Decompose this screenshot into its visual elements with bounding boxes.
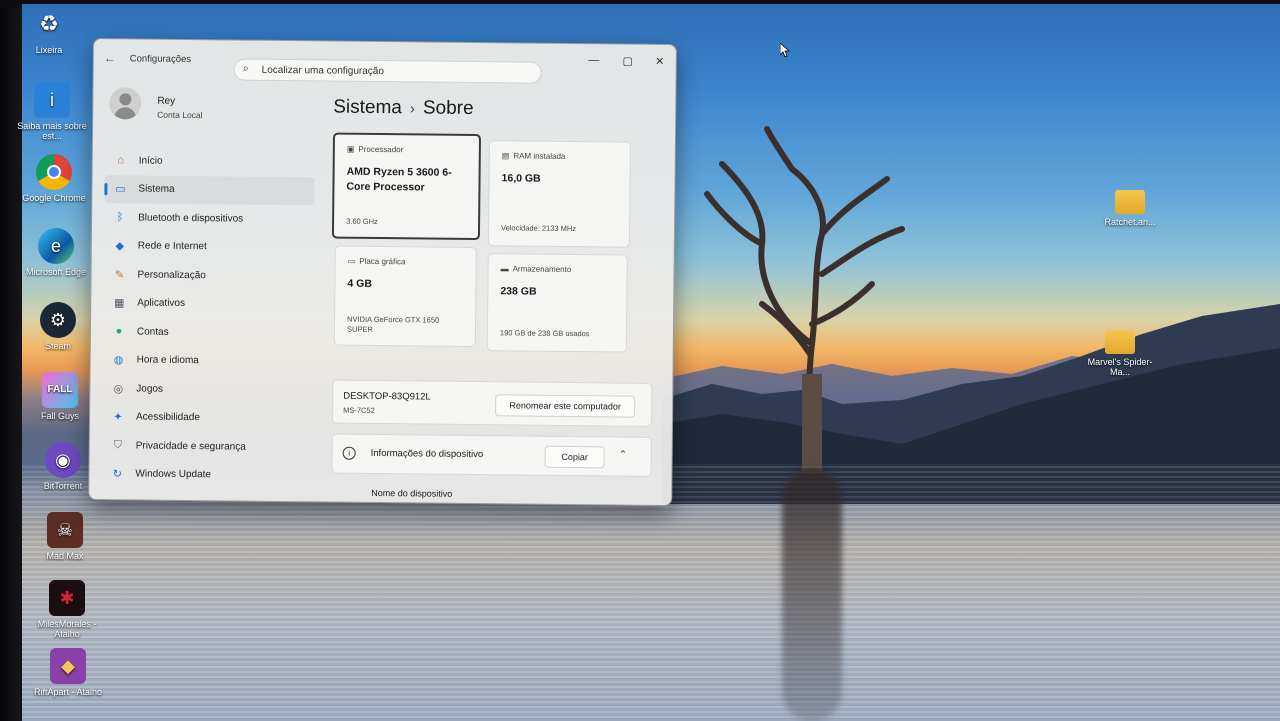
storage-usage: 190 GB de 238 GB usados <box>499 328 590 339</box>
back-arrow-icon[interactable]: ← <box>104 51 116 65</box>
steam-icon: ⚙ <box>40 302 76 338</box>
device-name-label: Nome do dispositivo <box>371 487 453 499</box>
desktop-icon-steam[interactable]: ⚙ Steam <box>23 302 93 351</box>
info-icon: i <box>34 82 70 118</box>
sidebar-item-bluetooth[interactable]: ᛒ Bluetooth e dispositivos <box>104 203 314 234</box>
processor-value: AMD Ryzen 5 3600 6-Core Processor <box>346 165 452 194</box>
desktop-icon-mad-max[interactable]: ☠ Mad Max <box>30 512 100 561</box>
search-input[interactable]: Localizar uma configuração <box>262 65 384 77</box>
chevron-up-icon[interactable]: ⌃ <box>619 450 628 461</box>
breadcrumb-parent[interactable]: Sistema <box>333 97 402 119</box>
bluetooth-icon: ᛒ <box>116 211 124 224</box>
page-title: Sobre <box>422 97 474 119</box>
minimize-button[interactable]: — <box>584 54 604 66</box>
wallpaper-tree <box>704 126 905 474</box>
cpu-icon: ▣ <box>346 144 355 154</box>
mouse-cursor-icon <box>780 43 790 57</box>
device-name-row: DESKTOP-83Q912L MS-7C52 Renomear este co… <box>331 379 653 427</box>
brush-icon: ✎ <box>114 268 125 282</box>
globe-clock-icon: ◍ <box>113 354 124 367</box>
ram-icon: ▤ <box>501 151 510 161</box>
gpu-value: 4 GB <box>347 277 373 290</box>
spider-icon: ✱ <box>49 580 85 616</box>
device-name: DESKTOP-83Q912L <box>343 390 431 403</box>
gpu-icon: ▭ <box>347 256 356 266</box>
sidebar-item-personalizacao[interactable]: ✎ Personalização <box>103 260 313 291</box>
shield-icon: ⛉ <box>113 438 122 452</box>
device-info-row[interactable]: i Informações do dispositivo Copiar ⌃ <box>331 433 652 477</box>
storage-card[interactable]: ▬ Armazenamento 238 GB 190 GB de 238 GB u… <box>486 253 628 353</box>
sidebar-item-contas[interactable]: ● Contas <box>103 317 313 348</box>
profile-account-type: Conta Local <box>157 109 203 121</box>
edge-icon: e <box>38 228 74 264</box>
search-box[interactable]: ⌕ Localizar uma configuração <box>233 58 542 84</box>
processor-card[interactable]: ▣ Processador AMD Ryzen 5 3600 6-Core Pro… <box>331 132 482 241</box>
gpu-card[interactable]: ▭ Placa gráfica 4 GB NVIDIA GeForce GTX 1… <box>333 245 477 348</box>
fall-guys-icon: FALL <box>42 372 78 408</box>
profile-name: Rey <box>157 95 176 107</box>
chrome-icon <box>36 154 72 190</box>
storage-value: 238 GB <box>500 285 537 298</box>
desktop-icon-rift-apart[interactable]: ◆ RiftApart - Atalho <box>33 648 103 697</box>
desktop-icon-recycle-bin[interactable]: ♻ Lixeira <box>14 6 84 56</box>
sidebar-item-rede[interactable]: ◆ Rede e Internet <box>104 232 314 263</box>
bittorrent-icon: ◉ <box>45 442 81 478</box>
desktop-icon-ratchet-folder[interactable]: Ratchet.an... <box>1095 190 1165 227</box>
ram-card[interactable]: ▤ RAM instalada 16,0 GB Velocidade: 2133 … <box>487 140 631 248</box>
sidebar-item-aplicativos[interactable]: ▦ Aplicativos <box>103 289 313 320</box>
system-monitor-icon: ▭ <box>115 183 126 196</box>
account-icon: ● <box>115 325 123 338</box>
desktop-icon-fall-guys[interactable]: FALL Fall Guys <box>25 372 95 421</box>
sidebar-item-windows-update[interactable]: ↻ Windows Update <box>101 460 311 491</box>
app-title: Configurações <box>129 53 192 66</box>
processor-speed: 3.60 GHz <box>346 216 378 226</box>
breadcrumb-separator: › <box>409 100 416 118</box>
desktop-icon-learn-more[interactable]: i Saiba mais sobre est... <box>17 82 87 141</box>
wifi-icon: ◆ <box>115 240 125 253</box>
recycle-bin-icon: ♻ <box>39 11 59 36</box>
folder-icon <box>1105 330 1135 354</box>
mad-max-icon: ☠ <box>47 512 83 548</box>
sidebar-item-jogos[interactable]: ◎ Jogos <box>102 374 312 405</box>
desktop-icon-edge[interactable]: e Microsoft Edge <box>21 228 91 277</box>
update-icon: ↻ <box>112 468 123 481</box>
sidebar-item-acessibilidade[interactable]: ✦ Acessibilidade <box>102 403 312 434</box>
ratchet-icon: ◆ <box>50 648 86 684</box>
home-icon: ⌂ <box>117 154 125 167</box>
avatar[interactable] <box>109 87 142 120</box>
device-info-title: Informações do dispositivo <box>370 447 484 461</box>
desktop-icon-miles-morales[interactable]: ✱ MilesMorales - Atalho <box>32 580 102 639</box>
ram-value: 16,0 GB <box>501 172 541 185</box>
ram-speed: Velocidade: 2133 MHz <box>500 223 577 234</box>
desktop-icon-spider-man-folder[interactable]: Marvel's Spider-Ma... <box>1085 330 1155 377</box>
copy-button[interactable]: Copiar <box>544 445 605 469</box>
apps-icon: ▦ <box>113 297 125 310</box>
storage-icon: ▬ <box>500 264 509 274</box>
info-icon: i <box>342 446 356 460</box>
sidebar-item-inicio[interactable]: ⌂ Início <box>105 146 315 177</box>
rename-computer-button[interactable]: Renomear este computador <box>495 394 636 418</box>
sidebar-item-sistema[interactable]: ▭ Sistema <box>104 174 315 206</box>
sidebar-nav: ⌂ Início ▭ Sistema ᛒ Bluetooth e disposi… <box>101 146 315 490</box>
accessibility-icon: ✦ <box>113 411 123 424</box>
gamepad-icon: ◎ <box>113 382 124 396</box>
close-button[interactable]: ✕ <box>650 55 670 68</box>
folder-icon <box>1115 190 1145 214</box>
sidebar-item-privacidade[interactable]: ⛉ Privacidade e segurança <box>102 431 312 462</box>
device-model: MS-7C52 <box>343 405 375 415</box>
settings-window: ← Configurações ⌕ Localizar uma configur… <box>88 38 677 507</box>
search-icon: ⌕ <box>242 62 249 75</box>
maximize-button[interactable]: ▢ <box>618 54 638 68</box>
sidebar-item-hora[interactable]: ◍ Hora e idioma <box>102 346 312 377</box>
title-bar: ← Configurações ⌕ Localizar uma configur… <box>94 39 676 85</box>
gpu-model: NVIDIA GeForce GTX 1650 SUPER <box>346 314 440 334</box>
wallpaper-reflection <box>782 468 842 721</box>
breadcrumb: Sistema › Sobre <box>333 97 474 120</box>
desktop-icon-chrome[interactable]: Google Chrome <box>19 154 89 203</box>
